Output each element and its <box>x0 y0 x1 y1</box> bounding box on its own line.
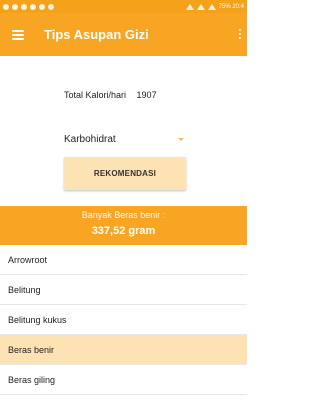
list-item[interactable]: Belitung <box>0 275 247 305</box>
total-calorie-row: Total Kalori/hari 1907 <box>64 90 157 100</box>
system-icons: 75% 20:4 <box>185 3 244 10</box>
hamburger-menu-icon[interactable] <box>12 29 24 40</box>
total-calorie-label: Total Kalori/hari <box>64 90 127 100</box>
list-item-label: Belitung kukus <box>8 314 67 325</box>
list-item-label: Arrowroot <box>8 254 48 265</box>
app-bar: Tips Asupan Gizi <box>0 13 247 56</box>
signal-icon <box>196 3 205 10</box>
result-amount: 337,52 gram <box>91 225 156 237</box>
list-item-selected[interactable]: Beras benir <box>0 335 247 365</box>
list-item-label: Beras giling <box>8 374 56 385</box>
notification-icon <box>12 3 18 10</box>
list-item[interactable]: Arrowroot <box>0 245 247 275</box>
notification-icon <box>30 3 36 10</box>
recommend-button[interactable]: REKOMENDASI <box>64 157 186 190</box>
food-list: Arrowroot Belitung Belitung kukus Beras … <box>0 245 247 395</box>
result-banner: Banyak Beras benir : 337,52 gram <box>0 206 247 245</box>
app-title: Tips Asupan Gizi <box>44 27 149 42</box>
notification-icon <box>21 3 27 10</box>
overflow-menu-icon[interactable] <box>239 29 241 39</box>
nutrient-dropdown-value: Karbohidrat <box>64 133 116 145</box>
list-item[interactable]: Belitung kukus <box>0 305 247 335</box>
signal-icon <box>185 3 194 10</box>
notification-icon <box>48 3 54 10</box>
wifi-icon <box>207 3 216 10</box>
list-item[interactable]: Beras giling <box>0 365 247 395</box>
status-bar: 75% 20:4 <box>0 0 247 13</box>
notification-icon <box>3 3 9 10</box>
status-text: 75% 20:4 <box>218 3 244 10</box>
total-calorie-value: 1907 <box>136 90 157 100</box>
notification-icon <box>39 3 45 10</box>
result-label: Banyak Beras benir : <box>81 210 166 220</box>
dropdown-arrow-icon <box>178 137 184 141</box>
nutrient-dropdown[interactable]: Karbohidrat <box>64 126 190 152</box>
list-item-label: Belitung <box>8 284 41 295</box>
list-item-label: Beras benir <box>8 344 55 355</box>
notification-icons <box>3 3 54 10</box>
